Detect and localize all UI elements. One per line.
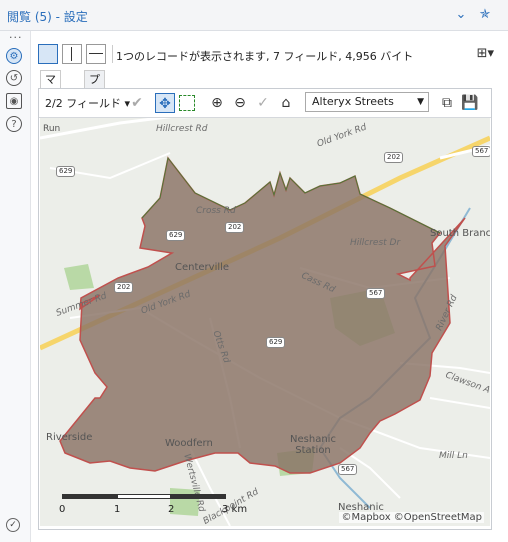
tab-map[interactable]: マップ [40,70,61,120]
field-selector-label: 2/2 フィールド [45,97,121,110]
map-panel: 2/2 フィールド ▾ ✔ ✥ ⊕ ⊖ ✓ ⌂ Alteryx Streets … [38,88,492,530]
tag-icon[interactable]: ◉ [6,93,22,109]
more-dots[interactable]: ··· [9,31,23,44]
route-shield: 567 [366,288,386,299]
route-shield: 567 [338,464,358,475]
tab-profile[interactable]: プロファイル [84,70,105,171]
route-shield: 202 [114,282,134,293]
route-shield: 567 [472,146,490,157]
scale-segment [117,494,171,499]
pin-icon[interactable]: ✯ [476,6,494,24]
toolbar-divider [112,45,113,63]
single-view-button[interactable] [38,44,58,64]
basemap-label: Alteryx Streets [312,95,394,108]
map-graphics [40,118,490,526]
chevron-down-icon: ▼ [417,97,424,107]
zoom-out-icon[interactable]: ⊖ [230,93,250,113]
split-vertical-button[interactable] [86,44,106,64]
chevron-down-icon[interactable]: ⌄ [452,6,470,24]
scale-label: 1 [114,504,121,515]
shape-polygon [59,156,466,474]
check-circle-icon[interactable]: ✓ [6,518,20,532]
view-toolbar: 1つのレコードが表示されます, 7 フィールド, 4,956 バイト ⊞▾ [34,42,500,68]
road-line [429,397,490,409]
map-toolbar: 2/2 フィールド ▾ ✔ ✥ ⊕ ⊖ ✓ ⌂ Alteryx Streets … [39,89,491,118]
place-label: Centerville [175,262,230,273]
checkmark-icon[interactable]: ✔ [127,93,147,113]
park-area [64,264,94,290]
place-label: South Branch [430,228,490,239]
help-icon[interactable]: ? [6,116,22,132]
field-selector[interactable]: 2/2 フィールド ▾ [45,95,130,111]
split-horizontal-button[interactable] [62,44,82,64]
zoom-selection-icon[interactable]: ✓ [253,93,273,113]
place-label: Neshanic Station [290,434,336,456]
road-label: Mill Ln [439,451,468,461]
select-box-icon[interactable] [179,95,195,111]
scale-segment [171,494,226,499]
scale-label: 3 km [222,504,248,515]
route-shield: 202 [225,222,245,233]
route-shield: 629 [166,230,186,241]
map-attribution[interactable]: ©Mapbox ©OpenStreetMap [339,512,484,523]
road-label: Run [43,124,61,134]
place-label: Riverside [46,432,93,443]
scale-bar [62,494,226,499]
place-label: Woodfern [165,438,213,449]
scale-label: 2 [168,504,175,515]
left-toolbar: ··· ⚙ ↺ ◉ ? ✓ [0,31,31,542]
zoom-in-icon[interactable]: ⊕ [207,93,227,113]
basemap-select[interactable]: Alteryx Streets ▼ [305,92,429,112]
route-shield: 629 [56,166,76,177]
pan-icon[interactable]: ✥ [155,93,175,113]
save-icon[interactable]: 💾 [460,93,480,113]
title-bar: 閲覧 (5) - 設定 ⌄ ✯ [0,0,508,31]
gear-icon[interactable]: ⚙ [6,48,22,64]
record-status: 1つのレコードが表示されます, 7 フィールド, 4,956 バイト [116,50,414,63]
map-canvas[interactable]: Run Hillcrest Rd Old York Rd Cross Rd Hi… [40,118,490,526]
menu-button[interactable]: ⊞▾ [477,46,494,61]
road-label: Cross Rd [196,206,236,216]
window-title: 閲覧 (5) - 設定 [7,10,88,24]
road-label: Hillcrest Dr [350,238,401,248]
road-label: Hillcrest Rd [156,124,208,134]
home-icon[interactable]: ⌂ [276,93,296,113]
share-icon[interactable]: ↺ [6,70,22,86]
scale-segment [62,494,117,499]
route-shield: 629 [266,337,286,348]
route-shield: 202 [384,152,404,163]
copy-icon[interactable]: ⧉ [437,93,457,113]
scale-label: 0 [59,504,66,515]
